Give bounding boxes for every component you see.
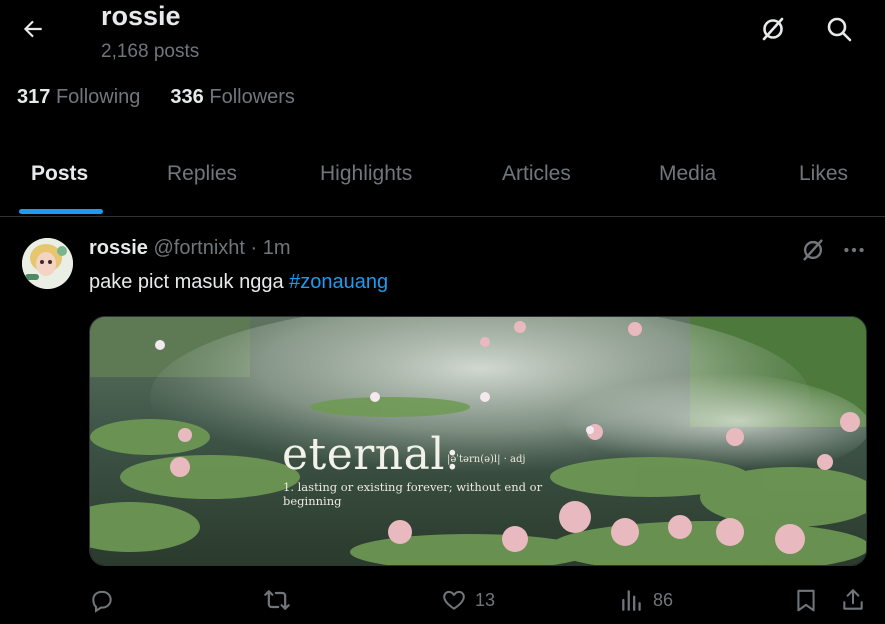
more-options-button[interactable] bbox=[838, 234, 870, 266]
arrow-left-icon bbox=[23, 20, 42, 38]
media-word: eternal: bbox=[282, 429, 461, 480]
tab-articles[interactable]: Articles bbox=[502, 162, 571, 186]
following-count: 317 bbox=[17, 86, 51, 108]
media-phonetic: |əˈtərn(ə)l| · adj bbox=[447, 454, 526, 465]
lily-pond-image bbox=[90, 317, 866, 565]
tab-highlights[interactable]: Highlights bbox=[320, 162, 412, 186]
repost-icon bbox=[264, 590, 290, 610]
repost-button[interactable] bbox=[263, 583, 299, 617]
hashtag-link[interactable]: #zonauang bbox=[289, 271, 388, 293]
following-label: Following bbox=[55, 86, 141, 108]
like-button[interactable]: 13 bbox=[441, 583, 495, 617]
heart-icon bbox=[443, 590, 465, 610]
search-button[interactable] bbox=[822, 12, 856, 46]
profile-tabs: Posts Replies Highlights Articles Media … bbox=[0, 150, 885, 217]
reply-button[interactable] bbox=[89, 583, 123, 617]
tab-replies[interactable]: Replies bbox=[167, 162, 237, 186]
back-button[interactable] bbox=[16, 12, 50, 46]
active-tab-indicator bbox=[19, 209, 103, 214]
views-button[interactable]: 86 bbox=[619, 583, 673, 617]
more-dots-icon bbox=[844, 247, 864, 253]
tweet[interactable]: rossie @fortnixht · 1m pake pict masuk n… bbox=[0, 218, 885, 624]
separator: · bbox=[250, 237, 258, 259]
tweet-actions: 13 86 bbox=[0, 583, 885, 619]
share-icon bbox=[843, 589, 863, 610]
media-definition: 1. lasting or existing forever; without … bbox=[283, 480, 543, 508]
followers-label: Followers bbox=[209, 86, 295, 108]
tab-likes[interactable]: Likes bbox=[799, 162, 848, 186]
followers-link[interactable]: 336 Followers bbox=[170, 86, 295, 109]
following-link[interactable]: 317 Following bbox=[17, 86, 140, 109]
tweet-text: pake pict masuk ngga #zonauang bbox=[89, 271, 388, 294]
search-icon bbox=[827, 17, 852, 42]
share-button[interactable] bbox=[840, 583, 866, 617]
tweet-grok-button[interactable] bbox=[797, 234, 829, 266]
tweet-header: rossie @fortnixht · 1m bbox=[89, 237, 291, 260]
views-count: 86 bbox=[653, 589, 674, 610]
author-handle[interactable]: @fortnixht bbox=[154, 237, 245, 259]
tab-posts[interactable]: Posts bbox=[31, 162, 88, 186]
tab-media[interactable]: Media bbox=[659, 162, 716, 186]
tweet-image[interactable]: eternal: |əˈtərn(ə)l| · adj 1. lasting o… bbox=[89, 316, 867, 566]
tweet-body: pake pict masuk ngga bbox=[89, 271, 290, 293]
like-count: 13 bbox=[475, 589, 496, 610]
grok-button[interactable] bbox=[756, 12, 790, 46]
grok-icon bbox=[803, 239, 823, 261]
grok-icon bbox=[762, 17, 784, 41]
views-icon bbox=[622, 590, 641, 611]
profile-name: rossie bbox=[101, 1, 181, 31]
profile-header: rossie 2,168 posts bbox=[0, 0, 885, 70]
bookmark-button[interactable] bbox=[793, 583, 819, 617]
avatar[interactable] bbox=[22, 238, 73, 289]
post-count: 2,168 posts bbox=[101, 41, 200, 62]
bookmark-icon bbox=[797, 589, 815, 612]
profile-stats: 317 Following 336 Followers bbox=[17, 86, 295, 109]
followers-count: 336 bbox=[170, 86, 204, 108]
tweet-time[interactable]: 1m bbox=[263, 237, 291, 259]
author-name[interactable]: rossie bbox=[89, 237, 148, 259]
reply-icon bbox=[92, 590, 112, 613]
